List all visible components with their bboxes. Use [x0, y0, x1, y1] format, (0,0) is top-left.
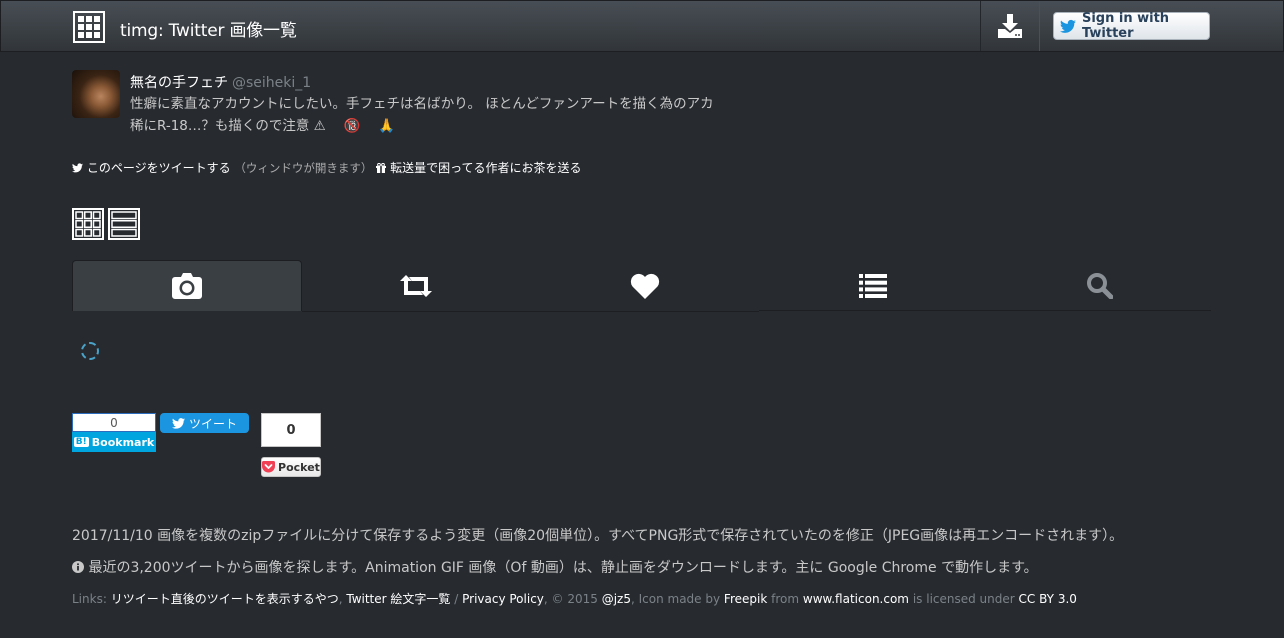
download-button[interactable] — [980, 1, 1040, 51]
footer-link-flaticon[interactable]: www.flaticon.com — [803, 592, 909, 606]
hatena-count: 0 — [72, 413, 156, 432]
download-icon — [998, 14, 1022, 38]
tweet-label: ツイート — [188, 416, 237, 431]
pocket-widget[interactable]: 0 Pocket — [261, 413, 321, 477]
info-text: 最近の3,200ツイートから画像を探します。Animation GIF 画像（O… — [88, 560, 1038, 576]
gift-link[interactable]: 転送量で困ってる作者にお茶を送る — [390, 161, 581, 175]
share-line: このページをツイートする （ウィンドウが開きます） 転送量で困ってる作者にお茶を… — [72, 159, 581, 176]
pocket-icon — [262, 461, 276, 473]
sign-in-twitter-button[interactable]: Sign in with Twitter — [1053, 11, 1210, 41]
twitter-bird-icon — [72, 163, 83, 173]
grid-logo-icon[interactable] — [73, 11, 105, 43]
tweet-button[interactable]: ツイート — [160, 413, 249, 433]
sign-in-label: Sign in with Twitter — [1081, 11, 1170, 41]
hatena-label: Bookmark — [91, 435, 155, 449]
footer-link-freepik[interactable]: Freepik — [724, 592, 767, 606]
footer-from: from — [771, 592, 800, 606]
info-notice: 最近の3,200ツイートから画像を探します。Animation GIF 画像（O… — [72, 557, 1038, 577]
info-icon — [72, 561, 84, 573]
window-note: （ウィンドウが開きます） — [234, 161, 373, 175]
grid-view-icon[interactable] — [72, 208, 104, 240]
app-title[interactable]: timg: Twitter 画像一覧 — [120, 16, 297, 41]
twitter-bird-icon — [171, 417, 185, 429]
footer-icon-credit: , Icon made by — [630, 592, 721, 606]
user-name-line: 無名の手フェチ @seiheki_1 — [130, 72, 311, 92]
footer-copyright: , © 2015 — [543, 592, 598, 606]
footer-link-emoji[interactable]: Twitter 絵文字一覧 — [346, 592, 450, 606]
footer-link-author[interactable]: @jz5 — [602, 592, 631, 606]
tweet-page-link[interactable]: このページをツイートする — [87, 161, 231, 175]
footer-separator: / — [454, 592, 459, 606]
tab-list[interactable] — [759, 260, 987, 311]
footer-link-privacy[interactable]: Privacy Policy — [462, 592, 544, 606]
gift-icon — [376, 162, 387, 173]
tab-retweets[interactable] — [302, 260, 530, 311]
hatena-bookmark-widget[interactable]: 0 B! Bookmark — [72, 413, 156, 452]
avatar[interactable] — [72, 70, 120, 118]
footer-link-retweet[interactable]: リツイート直後のツイートを表示するやつ — [111, 592, 339, 606]
navbar: timg: Twitter 画像一覧 Sign in with Twitter — [0, 0, 1284, 52]
footer-links-label: Links: — [72, 592, 107, 606]
hatena-bookmark-button[interactable]: B! Bookmark — [72, 432, 156, 452]
list-view-icon[interactable] — [108, 208, 140, 240]
tab-images[interactable] — [72, 260, 302, 311]
hatena-b-icon: B! — [73, 437, 89, 447]
pocket-label: Pocket — [278, 460, 320, 474]
search-icon — [1086, 273, 1113, 299]
user-name[interactable]: 無名の手フェチ — [130, 75, 228, 91]
update-notice: 2017/11/10 画像を複数のzipファイルに分けて保存するよう変更（画像2… — [72, 528, 1124, 544]
tab-likes[interactable] — [530, 260, 759, 311]
tab-search[interactable] — [987, 260, 1211, 311]
pocket-button[interactable]: Pocket — [261, 457, 321, 477]
loading-spinner-icon — [81, 342, 99, 360]
footer: Links: リツイート直後のツイートを表示するやつ, Twitter 絵文字一… — [72, 592, 1077, 606]
twitter-bird-icon — [1060, 19, 1076, 33]
media-tabs — [72, 260, 1211, 312]
pocket-count: 0 — [261, 413, 321, 447]
footer-link-license[interactable]: CC BY 3.0 — [1019, 592, 1077, 606]
user-handle[interactable]: @seiheki_1 — [232, 75, 311, 91]
footer-licensed: is licensed under — [912, 592, 1015, 606]
retweet-icon — [400, 274, 432, 297]
tab-divider — [302, 311, 759, 312]
list-icon — [859, 273, 887, 298]
heart-icon — [630, 273, 659, 299]
camera-icon — [172, 273, 202, 299]
user-bio: 性癖に素直なアカウントにしたい。手フェチは名ばかり。 ほとんどファンアートを描く… — [130, 96, 714, 134]
